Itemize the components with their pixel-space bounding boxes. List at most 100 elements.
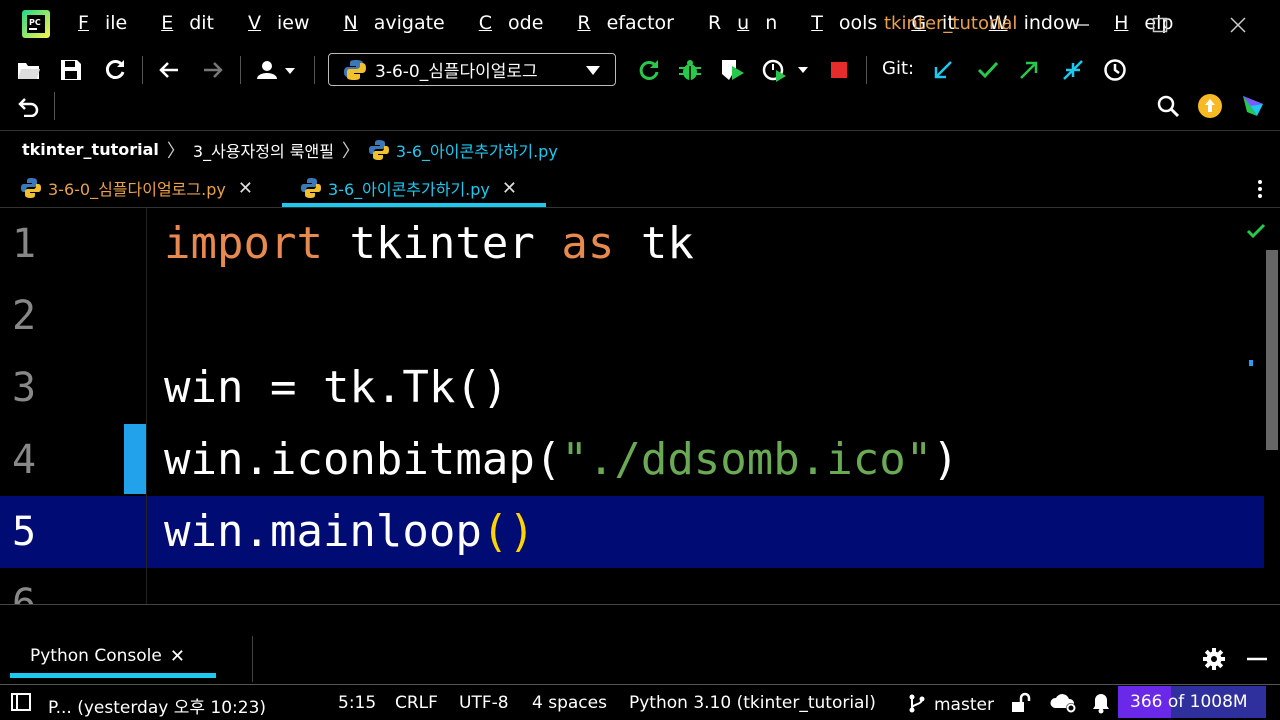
bell-icon [1093, 694, 1109, 714]
git-branch-label: master [934, 695, 994, 715]
breadcrumb-project[interactable]: tkinter_tutorial [22, 140, 159, 159]
memory-total: 1008M [1189, 692, 1248, 712]
save-all-button[interactable] [58, 57, 84, 83]
menu-item-0[interactable]: File [78, 12, 143, 34]
tab-3-6[interactable]: 3-6_아이콘추가하기.py ✕ [300, 168, 517, 208]
code-token: win = tk.Tk() [164, 362, 509, 413]
menu-item-2[interactable]: View [248, 12, 326, 34]
open-folder-button[interactable] [16, 57, 42, 83]
code-text: import tkinter as tk [164, 208, 694, 280]
vcs-user-dropdown[interactable] [254, 57, 300, 83]
chevron-down-icon [586, 65, 600, 75]
settings-button[interactable] [1202, 647, 1226, 671]
synchronize-button[interactable] [102, 57, 128, 83]
user-dropdown-icon [257, 61, 295, 79]
undo-icon [18, 98, 39, 117]
breadcrumb-folder[interactable]: 3_사용자정의 룩앤필 [193, 138, 334, 162]
keyword-token: as [561, 218, 615, 269]
chevron-right-icon: 〉 [341, 140, 360, 162]
interpreter-settings-button[interactable] [1050, 692, 1078, 714]
scroll-marker [1249, 360, 1253, 366]
ide-update-button[interactable] [1197, 93, 1223, 119]
menu-item-6[interactable]: Run [708, 12, 793, 34]
memory-of: of [1167, 692, 1185, 712]
search-everywhere-button[interactable] [1155, 93, 1181, 119]
editor-tabs: 3-6-0_심플다이얼로그.py ✕ 3-6_아이콘추가하기.py ✕ [0, 168, 1280, 208]
read-only-toggle[interactable] [1010, 692, 1032, 714]
menu-mnemonic: V [248, 12, 261, 34]
close-window-button[interactable] [1218, 8, 1258, 42]
code-line[interactable]: 5 win.mainloop() [0, 496, 1264, 568]
git-merge-button[interactable] [1060, 57, 1086, 83]
code-editor[interactable]: 1 import tkinter as tk 2 3 win = tk.Tk() 4 win… [0, 208, 1280, 604]
minimize-button[interactable] [1062, 8, 1102, 42]
arrow-down-left-icon [934, 61, 952, 79]
close-console-icon[interactable]: ✕ [170, 646, 185, 667]
hide-panel-button[interactable] [1246, 648, 1268, 670]
menu-item-3[interactable]: Navigate [344, 12, 461, 34]
menu-label: efactor [606, 12, 674, 34]
scrollbar-thumb[interactable] [1266, 250, 1278, 450]
notifications-button[interactable] [1090, 692, 1112, 714]
tab-actions-button[interactable] [1250, 178, 1270, 200]
code-token: tkinter [322, 218, 562, 269]
git-update-button[interactable] [930, 57, 956, 83]
back-button[interactable] [156, 57, 182, 83]
git-label: Git: [882, 58, 915, 79]
git-history-button[interactable] [1102, 57, 1128, 83]
caret-position[interactable]: 5:15 [338, 693, 376, 713]
search-icon [1157, 95, 1180, 118]
rerun-button[interactable] [636, 57, 662, 83]
gear-icon [1203, 648, 1225, 670]
stop-button[interactable] [826, 57, 852, 83]
menu-label: avigate [373, 12, 445, 34]
maximize-button[interactable] [1140, 8, 1180, 42]
close-tab-icon[interactable]: ✕ [238, 178, 253, 199]
run-configuration-selector[interactable]: 3-6-0_심플다이얼로그 [328, 53, 616, 86]
string-token: "./ddsomb.ico" [561, 434, 933, 485]
close-tab-icon[interactable]: ✕ [502, 178, 517, 199]
git-commit-button[interactable] [975, 57, 1001, 83]
memory-indicator[interactable]: 366 of 1008M [1118, 686, 1266, 718]
git-push-button[interactable] [1016, 57, 1042, 83]
file-encoding[interactable]: UTF-8 [459, 693, 509, 713]
active-tab-indicator [282, 203, 546, 207]
code-line[interactable]: 3 win = tk.Tk() [0, 352, 1264, 424]
forward-button[interactable] [200, 57, 226, 83]
run-with-coverage-button[interactable] [720, 57, 746, 83]
line-number: 6 [12, 581, 37, 604]
python-console-tab[interactable]: Python Console ✕ [10, 636, 185, 676]
menu-item-7[interactable]: Tools [811, 12, 893, 34]
python-interpreter[interactable]: Python 3.10 (tkinter_tutorial) [629, 693, 876, 713]
menu-mnemonic: F [78, 12, 89, 34]
code-token: win.mainloop [164, 506, 482, 557]
line-separator[interactable]: CRLF [395, 693, 438, 713]
clock-icon [1104, 59, 1126, 81]
tab-label: 3-6_아이콘추가하기.py [328, 180, 490, 199]
menu-item-4[interactable]: Code [479, 12, 560, 34]
status-message[interactable]: P... (yesterday 오후 10:23) [48, 693, 266, 718]
code-line[interactable]: 2 [0, 280, 1264, 352]
code-line[interactable]: 6 [0, 568, 1264, 604]
debug-button[interactable] [677, 57, 703, 83]
code-with-me-button[interactable] [1240, 93, 1266, 119]
code-line[interactable]: 4 win.iconbitmap("./ddsomb.ico") [0, 424, 1264, 496]
menu-label: iew [277, 12, 310, 34]
profile-dropdown[interactable] [762, 57, 814, 83]
menu-item-1[interactable]: Edit [161, 12, 230, 34]
indent-setting[interactable]: 4 spaces [532, 693, 607, 713]
menu-item-5[interactable]: Refactor [577, 12, 690, 34]
window-project-title: tkinter_tutorial [884, 13, 1018, 34]
code-line[interactable]: 1 import tkinter as tk [0, 208, 1264, 280]
tab-3-6-0[interactable]: 3-6-0_심플다이얼로그.py ✕ [20, 168, 253, 208]
rollback-button[interactable] [16, 93, 42, 119]
menu-label: n [765, 12, 778, 34]
bug-icon [679, 60, 701, 80]
code-token: ) [932, 434, 959, 485]
menu-mnemonic: N [343, 12, 358, 34]
git-branch[interactable]: master [908, 693, 994, 715]
no-problems-check-icon[interactable] [1245, 220, 1267, 242]
toggle-tool-windows-button[interactable] [10, 691, 32, 713]
code-with-me-icon [1243, 96, 1263, 116]
breadcrumb-file[interactable]: 3-6_아이콘추가하기.py [396, 138, 558, 162]
